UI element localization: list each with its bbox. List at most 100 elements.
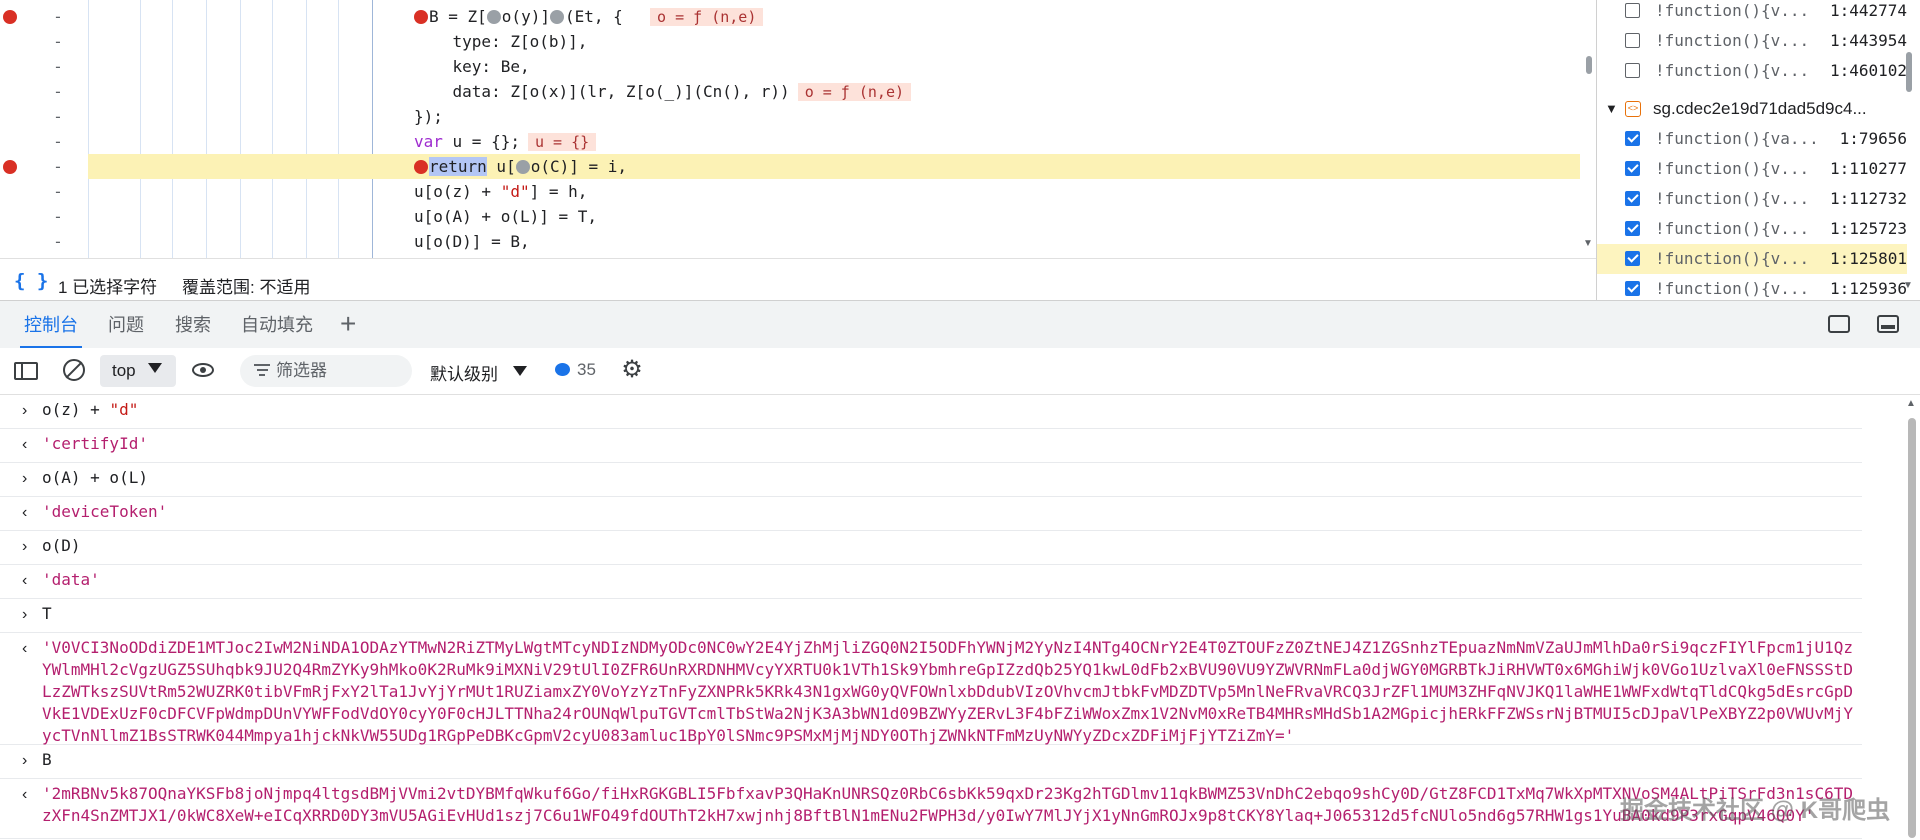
code-text: u[o(D)] = B, <box>414 229 530 254</box>
breakpoint-item[interactable]: !function(){v... 1:443954 <box>1597 26 1907 56</box>
line-number[interactable]: - <box>52 204 64 229</box>
code-scrollbar-thumb[interactable] <box>1586 56 1592 74</box>
filter-box[interactable] <box>240 355 412 387</box>
code-line[interactable]: - key: Be, <box>0 54 1580 79</box>
tab-issues[interactable]: 问题 <box>108 301 144 349</box>
inline-breakpoint-slot-icon[interactable] <box>549 10 564 24</box>
string-literal: "d" <box>500 182 530 201</box>
code-line[interactable]: - u[o(A) + o(L)] = T, <box>0 204 1580 229</box>
scroll-up-icon[interactable]: ▲ <box>1906 398 1916 409</box>
line-number[interactable]: - <box>52 154 64 179</box>
breakpoint-item[interactable]: !function(){v... 1:110277 <box>1597 154 1907 184</box>
inline-breakpoint-slot-icon[interactable] <box>486 10 501 24</box>
breakpoint-item[interactable]: !function(){va... 1:79656 <box>1597 124 1907 154</box>
line-number[interactable]: - <box>52 229 64 254</box>
code-line[interactable]: -}); <box>0 104 1580 129</box>
console-result-entry[interactable]: ‹ 'certifyId' <box>0 429 1862 463</box>
code-token: ] = h, <box>529 182 588 201</box>
issues-count[interactable]: 35 <box>577 360 596 380</box>
console-input-entry[interactable]: › o(D) <box>0 531 1862 565</box>
console-text: o(D) <box>42 535 1862 557</box>
code-line[interactable]: - u[o(z) + "d"] = h, <box>0 179 1580 204</box>
console-input-entry[interactable]: › o(z) + "d" <box>0 395 1862 429</box>
clear-console-icon[interactable] <box>63 359 85 381</box>
console-input-entry[interactable]: › T <box>0 599 1862 633</box>
code-token: }); <box>414 107 443 126</box>
line-number[interactable]: - <box>52 54 64 79</box>
line-number[interactable]: - <box>52 129 64 154</box>
breakpoint-checkbox[interactable] <box>1625 281 1640 296</box>
filter-input[interactable] <box>276 355 406 387</box>
tab-autofill[interactable]: 自动填充 <box>241 301 313 349</box>
console-scrollbar-thumb[interactable] <box>1908 418 1916 838</box>
code-line[interactable]: - var u = {}; u = {} <box>0 129 1580 154</box>
breakpoint-item[interactable]: !function(){v... 1:125936 <box>1597 274 1907 300</box>
result-chevron-icon: ‹ <box>22 572 28 589</box>
breakpoint-checkbox[interactable] <box>1625 33 1640 48</box>
breakpoint-checkbox[interactable] <box>1625 251 1640 266</box>
scroll-down-icon[interactable]: ▼ <box>1903 280 1913 291</box>
context-selector[interactable]: top <box>100 355 176 387</box>
breakpoint-checkbox[interactable] <box>1625 221 1640 236</box>
pretty-print-icon[interactable]: { } <box>14 270 48 292</box>
line-number[interactable]: - <box>52 179 64 204</box>
console-result-entry[interactable]: ‹ 'data' <box>0 565 1862 599</box>
code-token: (Et, { <box>564 7 643 26</box>
code-editor[interactable]: - B = Z[o(y)] (Et, { o = ƒ (n,e) - type: Z[… <box>0 0 1596 258</box>
line-number[interactable]: - <box>52 79 64 104</box>
line-number[interactable]: - <box>52 104 64 129</box>
breakpoint-item[interactable]: !function(){v... 1:442774 <box>1597 0 1907 26</box>
breakpoint-checkbox[interactable] <box>1625 63 1640 78</box>
breakpoint-item[interactable]: !function(){v... 1:125723 <box>1597 214 1907 244</box>
sidebar-toggle-icon[interactable] <box>14 362 38 380</box>
breakpoint-marker-icon[interactable] <box>3 10 17 24</box>
breakpoint-checkbox[interactable] <box>1625 161 1640 176</box>
dock-drawer-icon[interactable] <box>1877 315 1899 333</box>
input-chevron-icon: › <box>22 538 28 555</box>
console-token: 'certifyId' <box>42 434 148 453</box>
add-tab-button[interactable]: + <box>340 309 356 339</box>
code-line[interactable]: - type: Z[o(b)], <box>0 29 1580 54</box>
breakpoint-marker-icon[interactable] <box>3 160 17 174</box>
breakpoint-item[interactable]: !function(){v... 1:460102 <box>1597 56 1907 86</box>
scroll-down-icon[interactable]: ▼ <box>1583 238 1593 249</box>
line-number[interactable]: - <box>52 4 64 29</box>
gear-icon[interactable]: ⚙ <box>620 358 644 382</box>
breakpoint-location: 1:125723 <box>1829 219 1907 238</box>
log-level-select[interactable]: 默认级别 <box>430 360 498 385</box>
code-token: type: Z[o(b)], <box>414 32 588 51</box>
console-result-entry[interactable]: ‹ '2mRBNv5k87OQnaYKSFb8joNjmpq4ltgsdBMjVV… <box>0 779 1862 839</box>
live-expression-eye-icon[interactable] <box>192 363 214 377</box>
inline-breakpoint-icon[interactable] <box>414 10 428 24</box>
code-line[interactable]: - data: Z[o(x)](lr, Z[o(_)](Cn(), r)) o =… <box>0 79 1580 104</box>
inline-breakpoint-slot-icon[interactable] <box>515 160 530 174</box>
script-group-header[interactable]: ▼ <> sg.cdec2e19d71dad5d9c4... <box>1597 94 1907 124</box>
issues-message-icon[interactable] <box>555 363 570 376</box>
tab-console[interactable]: 控制台 <box>20 301 82 349</box>
breakpoint-checkbox[interactable] <box>1625 131 1640 146</box>
undock-icon[interactable] <box>1828 315 1850 333</box>
line-number[interactable]: - <box>52 29 64 54</box>
console-text: T <box>42 603 1862 625</box>
tab-search[interactable]: 搜索 <box>175 301 211 349</box>
console-input-entry[interactable]: › B <box>0 745 1862 779</box>
code-line[interactable]: - B = Z[o(y)] (Et, { o = ƒ (n,e) <box>0 4 1580 29</box>
side-scrollbar-thumb[interactable] <box>1906 52 1912 92</box>
code-token: o(C)] = i, <box>530 157 628 176</box>
breakpoint-checkbox[interactable] <box>1625 191 1640 206</box>
console-result-entry[interactable]: ‹ 'V0VCI3NoODdiZDE1MTJoc2IwM2NiNDA1ODAzYT… <box>0 633 1862 745</box>
console-result-entry[interactable]: ‹ 'deviceToken' <box>0 497 1862 531</box>
code-line[interactable]: - return u[o(C)] = i, <box>0 154 1580 179</box>
breakpoint-checkbox[interactable] <box>1625 3 1640 18</box>
console-toolbar: top 默认级别 35 ⚙ <box>0 348 1920 395</box>
breakpoints-panel: !function(){v... 1:442774 !function(){v...… <box>1596 0 1920 300</box>
breakpoint-item[interactable]: !function(){v... 1:125801 <box>1597 244 1907 274</box>
expand-caret-icon[interactable]: ▼ <box>1605 94 1618 124</box>
console-input-entry[interactable]: › o(A) + o(L) <box>0 463 1862 497</box>
code-token: B = Z[ <box>429 7 487 26</box>
code-line[interactable]: - u[o(D)] = B, <box>0 229 1580 254</box>
breakpoint-item[interactable]: !function(){v... 1:112732 <box>1597 184 1907 214</box>
code-token: u[ <box>486 157 516 176</box>
console-output[interactable]: › o(z) + "d" ‹ 'certifyId' › o(A) + o(L) ‹ 'dev… <box>0 395 1902 840</box>
inline-breakpoint-icon[interactable] <box>414 160 428 174</box>
